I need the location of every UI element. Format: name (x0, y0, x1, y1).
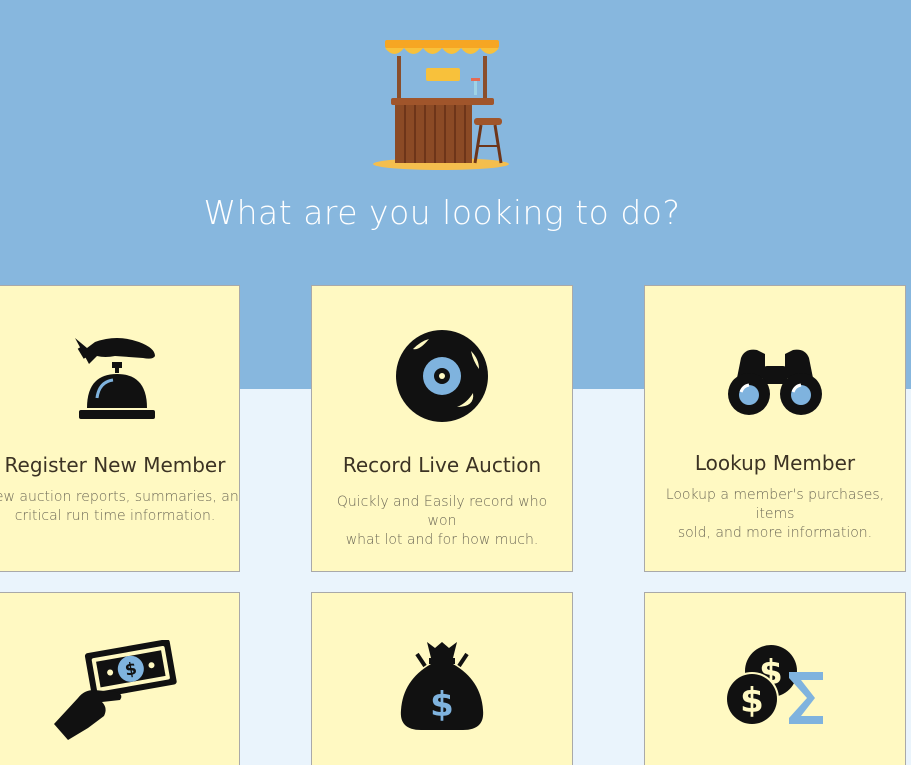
card-description: iew auction reports, summaries, and crit… (0, 489, 239, 524)
card-title: Register New Member (4, 453, 226, 477)
page-title: What are you looking to do? (203, 193, 681, 232)
card-title: Lookup Member (694, 451, 856, 475)
payment-card[interactable]: $ (0, 592, 240, 765)
money-bag-card[interactable]: $ (311, 592, 573, 765)
svg-text:$: $ (740, 681, 764, 721)
lookup-member-card[interactable]: Lookup Member Lookup a member's purchase… (644, 285, 906, 572)
tiki-bar-stand-icon (373, 40, 509, 170)
card-description: Lookup a member's purchases, items sold,… (665, 487, 885, 541)
record-live-auction-card[interactable]: Record Live Auction Quickly and Easily r… (311, 285, 573, 572)
totals-card[interactable]: $ $ (644, 592, 906, 765)
register-new-member-card[interactable]: Register New Member iew auction reports,… (0, 285, 240, 572)
svg-text:$: $ (430, 685, 454, 725)
coins-sum-icon: $ $ (725, 645, 823, 726)
card-description: Quickly and Easily record who won what l… (336, 494, 548, 548)
money-bag-icon: $ (400, 642, 484, 730)
hand-with-cash-icon: $ (54, 640, 177, 740)
card-title: Record Live Auction (342, 453, 542, 477)
service-bell-icon (75, 338, 155, 419)
binoculars-icon (728, 349, 822, 415)
vinyl-record-icon (396, 330, 488, 422)
